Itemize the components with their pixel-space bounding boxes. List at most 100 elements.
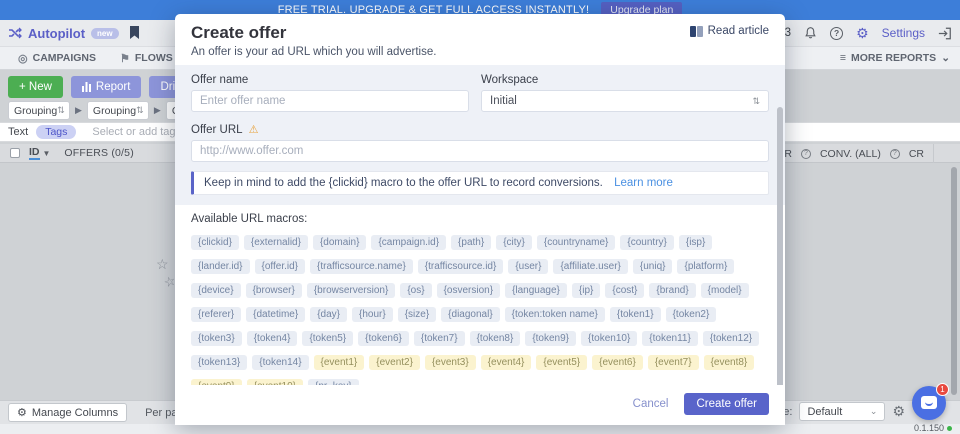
- modal-title: Create offer: [191, 23, 769, 43]
- manage-columns-button[interactable]: ⚙ Manage Columns: [8, 403, 127, 422]
- macro-chip[interactable]: {trafficsource.name}: [310, 259, 413, 274]
- tab-flows[interactable]: ⚑ FLOWS: [112, 47, 181, 69]
- grouping-select-1[interactable]: Grouping ⇅: [8, 101, 70, 120]
- macro-chip[interactable]: {token3}: [191, 331, 242, 346]
- macro-chip[interactable]: {browser}: [246, 283, 302, 298]
- macro-chip[interactable]: {model}: [701, 283, 749, 298]
- bell-icon[interactable]: [804, 26, 817, 40]
- offer-name-input[interactable]: [191, 90, 469, 112]
- macro-chip[interactable]: {externalid}: [244, 235, 308, 250]
- cancel-button[interactable]: Cancel: [633, 398, 669, 410]
- macro-chip[interactable]: {cost}: [605, 283, 644, 298]
- macro-chip[interactable]: {browserversion}: [307, 283, 395, 298]
- macro-chip[interactable]: {event1}: [314, 355, 365, 370]
- tab-campaigns[interactable]: ◎ CAMPAIGNS: [10, 47, 104, 69]
- macro-chip[interactable]: {offer.id}: [255, 259, 306, 274]
- gear-icon[interactable]: ⚙: [856, 26, 869, 40]
- macro-chip[interactable]: {ip}: [572, 283, 600, 298]
- macro-chip[interactable]: {token10}: [581, 331, 637, 346]
- macro-chip[interactable]: {event2}: [369, 355, 420, 370]
- macro-chip[interactable]: {token5}: [302, 331, 353, 346]
- column-cr[interactable]: CR: [909, 148, 924, 160]
- vertical-scrollbar[interactable]: [951, 167, 957, 395]
- column-conv[interactable]: CONV. (ALL): [820, 148, 881, 160]
- gear-icon[interactable]: ⚙: [892, 403, 905, 420]
- macro-chip[interactable]: {clickid}: [191, 235, 239, 250]
- macro-chip[interactable]: {event10}: [247, 379, 303, 385]
- macro-chip[interactable]: {city}: [496, 235, 532, 250]
- macro-chip[interactable]: {token9}: [525, 331, 576, 346]
- filter-text-toggle[interactable]: Text: [8, 126, 28, 138]
- macro-chip[interactable]: {event4}: [481, 355, 532, 370]
- macro-chip[interactable]: {os}: [400, 283, 431, 298]
- macro-chip[interactable]: {language}: [505, 283, 567, 298]
- create-offer-button[interactable]: Create offer: [684, 393, 769, 415]
- macro-chip[interactable]: {day}: [310, 307, 347, 322]
- manage-columns-label: Manage Columns: [32, 407, 118, 419]
- macro-chip[interactable]: {token1}: [610, 307, 661, 322]
- macro-chip[interactable]: {token6}: [358, 331, 409, 346]
- chat-widget-button[interactable]: 1: [912, 386, 946, 420]
- macro-chip[interactable]: {event9}: [191, 379, 242, 385]
- macro-chip[interactable]: {brand}: [649, 283, 695, 298]
- question-icon[interactable]: ?: [890, 149, 900, 159]
- template-select[interactable]: Default ⌄: [799, 402, 885, 421]
- new-button[interactable]: + New: [8, 76, 63, 98]
- macro-chip[interactable]: {event7}: [648, 355, 699, 370]
- macro-chip[interactable]: {size}: [398, 307, 436, 322]
- offer-url-input[interactable]: [191, 140, 769, 162]
- macro-chip[interactable]: {osversion}: [437, 283, 500, 298]
- more-reports-menu[interactable]: ≡ MORE REPORTS ⌄: [840, 47, 950, 69]
- select-all-checkbox[interactable]: [10, 148, 20, 158]
- report-button[interactable]: Report: [71, 76, 142, 98]
- macro-chip[interactable]: {datetime}: [246, 307, 305, 322]
- macro-chip[interactable]: {token13}: [191, 355, 247, 370]
- macro-chip[interactable]: {event8}: [704, 355, 755, 370]
- learn-more-link[interactable]: Learn more: [614, 177, 673, 189]
- macro-chip[interactable]: {domain}: [313, 235, 366, 250]
- workspace-select[interactable]: Initial ⇅: [481, 90, 769, 112]
- macro-chip[interactable]: {token14}: [252, 355, 308, 370]
- grouping-select-2[interactable]: Grouping ⇅: [87, 101, 149, 120]
- macro-chip[interactable]: {platform}: [677, 259, 734, 274]
- macro-chip[interactable]: {isp}: [679, 235, 712, 250]
- macro-chip[interactable]: {diagonal}: [441, 307, 500, 322]
- brand[interactable]: Autopilot new: [8, 26, 119, 41]
- macro-chip[interactable]: {country}: [620, 235, 673, 250]
- macro-chip[interactable]: {referer}: [191, 307, 241, 322]
- modal-scrollbar[interactable]: [777, 107, 783, 385]
- question-icon[interactable]: ?: [801, 149, 811, 159]
- macro-chip[interactable]: {event6}: [592, 355, 643, 370]
- macro-chip[interactable]: {token4}: [247, 331, 298, 346]
- macro-chip[interactable]: {trafficsource.id}: [418, 259, 504, 274]
- macro-chip[interactable]: {pr_key}: [308, 379, 359, 385]
- macros-label: Available URL macros:: [191, 213, 769, 225]
- macro-chip[interactable]: {campaign.id}: [371, 235, 446, 250]
- macro-chip[interactable]: {event5}: [536, 355, 587, 370]
- bookmark-icon[interactable]: [129, 26, 140, 40]
- logout-icon[interactable]: [938, 27, 952, 40]
- read-article-link[interactable]: Read article: [690, 25, 769, 37]
- macro-chip[interactable]: {uniq}: [633, 259, 673, 274]
- macro-chip[interactable]: {countryname}: [537, 235, 616, 250]
- macro-chip[interactable]: {token:token name}: [505, 307, 605, 322]
- help-icon[interactable]: ?: [830, 27, 843, 40]
- macro-chip[interactable]: {token2}: [666, 307, 717, 322]
- macro-chip[interactable]: {token8}: [470, 331, 521, 346]
- filter-tags-toggle[interactable]: Tags: [36, 125, 76, 139]
- settings-link[interactable]: Settings: [882, 26, 925, 40]
- macro-chip[interactable]: {event3}: [425, 355, 476, 370]
- macro-chip[interactable]: {token12}: [703, 331, 759, 346]
- tag-filter-input[interactable]: Select or add tag: [92, 126, 175, 138]
- list-icon: ≡: [840, 52, 846, 64]
- macro-chip[interactable]: {hour}: [352, 307, 393, 322]
- macro-chip[interactable]: {path}: [451, 235, 491, 250]
- column-offers[interactable]: OFFERS (0/5): [64, 147, 134, 159]
- macro-chip[interactable]: {user}: [508, 259, 548, 274]
- macro-chip[interactable]: {token11}: [642, 331, 698, 346]
- macro-chip[interactable]: {affiliate.user}: [553, 259, 627, 274]
- macro-chip[interactable]: {device}: [191, 283, 241, 298]
- macro-chip[interactable]: {lander.id}: [191, 259, 250, 274]
- column-id[interactable]: ID: [29, 146, 40, 160]
- macro-chip[interactable]: {token7}: [414, 331, 465, 346]
